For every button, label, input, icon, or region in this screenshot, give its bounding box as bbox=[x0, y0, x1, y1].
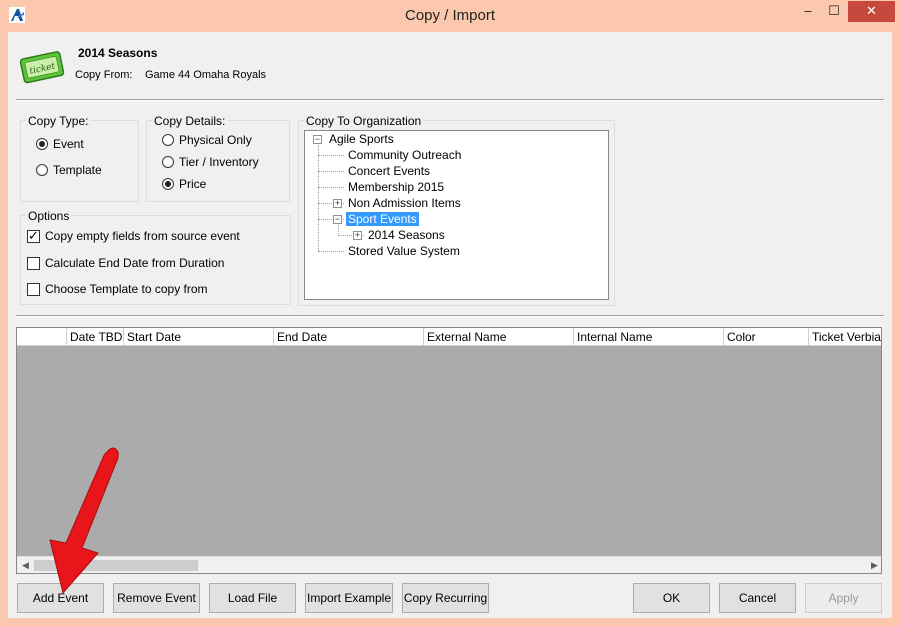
checkbox-indicator[interactable] bbox=[27, 256, 40, 270]
copy-type-group bbox=[20, 120, 139, 202]
column-header-end-date[interactable]: End Date bbox=[274, 328, 424, 346]
events-grid[interactable]: Date TBD Start Date End Date External Na… bbox=[16, 327, 882, 574]
header-separator bbox=[16, 99, 884, 101]
radio-indicator[interactable] bbox=[36, 164, 48, 176]
checkbox-label: Copy empty fields from source event bbox=[45, 229, 240, 243]
tree-node-sport-events[interactable]: Sport Events bbox=[346, 212, 419, 226]
collapse-icon[interactable]: − bbox=[313, 135, 322, 144]
tree-connector bbox=[318, 155, 344, 156]
section-separator bbox=[16, 315, 884, 317]
maximize-button[interactable]: ☐ bbox=[821, 1, 847, 22]
expand-icon[interactable]: + bbox=[353, 231, 362, 240]
tree-node-stored-value-system[interactable]: Stored Value System bbox=[346, 244, 462, 258]
remove-event-button[interactable]: Remove Event bbox=[113, 583, 200, 613]
organization-tree[interactable]: − Agile Sports Community Outreach Concer… bbox=[304, 130, 609, 300]
window-title: Copy / Import bbox=[404, 7, 496, 24]
checkbox-indicator[interactable] bbox=[27, 282, 40, 296]
tree-node-concert-events[interactable]: Concert Events bbox=[346, 164, 432, 178]
radio-label: Physical Only bbox=[179, 133, 252, 147]
copy-type-event-radio[interactable]: Event bbox=[36, 137, 84, 151]
copy-details-physical-radio[interactable]: Physical Only bbox=[162, 133, 252, 147]
column-header-ticket-verbiage[interactable]: Ticket Verbiage bbox=[809, 328, 881, 346]
row-header-column[interactable] bbox=[17, 328, 67, 346]
checkbox-label: Choose Template to copy from bbox=[45, 282, 208, 296]
tree-node-membership-2015[interactable]: Membership 2015 bbox=[346, 180, 446, 194]
tree-node-2014-seasons[interactable]: 2014 Seasons bbox=[366, 228, 447, 242]
tree-connector bbox=[318, 251, 344, 252]
tree-connector bbox=[318, 187, 344, 188]
choose-template-checkbox[interactable]: Choose Template to copy from bbox=[27, 282, 208, 296]
scrollbar-thumb[interactable] bbox=[34, 560, 198, 571]
apply-button[interactable]: Apply bbox=[805, 583, 882, 613]
source-title: 2014 Seasons bbox=[78, 46, 158, 60]
tree-node-non-admission-items[interactable]: Non Admission Items bbox=[346, 196, 463, 210]
copy-empty-fields-checkbox[interactable]: ✓ Copy empty fields from source event bbox=[27, 227, 240, 243]
title-bar[interactable]: Copy / Import – ☐ ✕ bbox=[0, 0, 900, 32]
scroll-right-icon[interactable]: ▶ bbox=[866, 557, 881, 573]
tree-connector bbox=[318, 171, 344, 172]
radio-indicator[interactable] bbox=[162, 134, 174, 146]
scroll-left-icon[interactable]: ◀ bbox=[17, 557, 34, 573]
dialog-client-area: ticket 2014 Seasons Copy From: Game 44 O… bbox=[8, 32, 892, 618]
grid-header: Date TBD Start Date End Date External Na… bbox=[17, 328, 881, 346]
ok-button[interactable]: OK bbox=[633, 583, 710, 613]
expand-icon[interactable]: + bbox=[333, 199, 342, 208]
import-example-button[interactable]: Import Example bbox=[305, 583, 393, 613]
radio-label: Event bbox=[53, 137, 84, 151]
radio-indicator[interactable] bbox=[162, 156, 174, 168]
options-label: Options bbox=[26, 209, 72, 223]
add-event-button[interactable]: Add Event bbox=[17, 583, 104, 613]
copy-to-org-label: Copy To Organization bbox=[304, 114, 424, 128]
load-file-button[interactable]: Load File bbox=[209, 583, 296, 613]
radio-label: Template bbox=[53, 163, 102, 177]
checkbox-indicator[interactable]: ✓ bbox=[27, 227, 40, 243]
copy-from-label: Copy From: bbox=[75, 69, 133, 81]
horizontal-scrollbar[interactable]: ◀ ▶ bbox=[17, 556, 881, 573]
copy-details-price-radio[interactable]: Price bbox=[162, 177, 206, 191]
ticket-icon: ticket bbox=[19, 51, 65, 84]
cancel-button[interactable]: Cancel bbox=[719, 583, 796, 613]
tree-node-agile-sports[interactable]: Agile Sports bbox=[327, 132, 396, 146]
radio-indicator[interactable] bbox=[162, 178, 174, 190]
close-button[interactable]: ✕ bbox=[848, 1, 895, 22]
tree-node-community-outreach[interactable]: Community Outreach bbox=[346, 148, 463, 162]
collapse-icon[interactable]: − bbox=[333, 215, 342, 224]
copy-type-template-radio[interactable]: Template bbox=[36, 163, 102, 177]
copy-type-label: Copy Type: bbox=[26, 114, 91, 128]
radio-label: Tier / Inventory bbox=[179, 155, 259, 169]
column-header-color[interactable]: Color bbox=[724, 328, 809, 346]
checkmark-icon: ✓ bbox=[28, 227, 39, 243]
copy-from-value: Game 44 Omaha Royals bbox=[145, 69, 267, 81]
radio-indicator[interactable] bbox=[36, 138, 48, 150]
minimize-button[interactable]: – bbox=[795, 1, 821, 22]
radio-label: Price bbox=[179, 177, 207, 191]
copy-recurring-button[interactable]: Copy Recurring bbox=[402, 583, 489, 613]
column-header-internal-name[interactable]: Internal Name bbox=[574, 328, 724, 346]
column-header-date-tbd[interactable]: Date TBD bbox=[67, 328, 124, 346]
copy-details-tier-radio[interactable]: Tier / Inventory bbox=[162, 155, 259, 169]
copy-details-label: Copy Details: bbox=[152, 114, 228, 128]
checkbox-label: Calculate End Date from Duration bbox=[45, 256, 225, 270]
calculate-end-date-checkbox[interactable]: Calculate End Date from Duration bbox=[27, 256, 224, 270]
tree-connector bbox=[318, 145, 319, 251]
column-header-start-date[interactable]: Start Date bbox=[124, 328, 274, 346]
column-header-external-name[interactable]: External Name bbox=[424, 328, 574, 346]
